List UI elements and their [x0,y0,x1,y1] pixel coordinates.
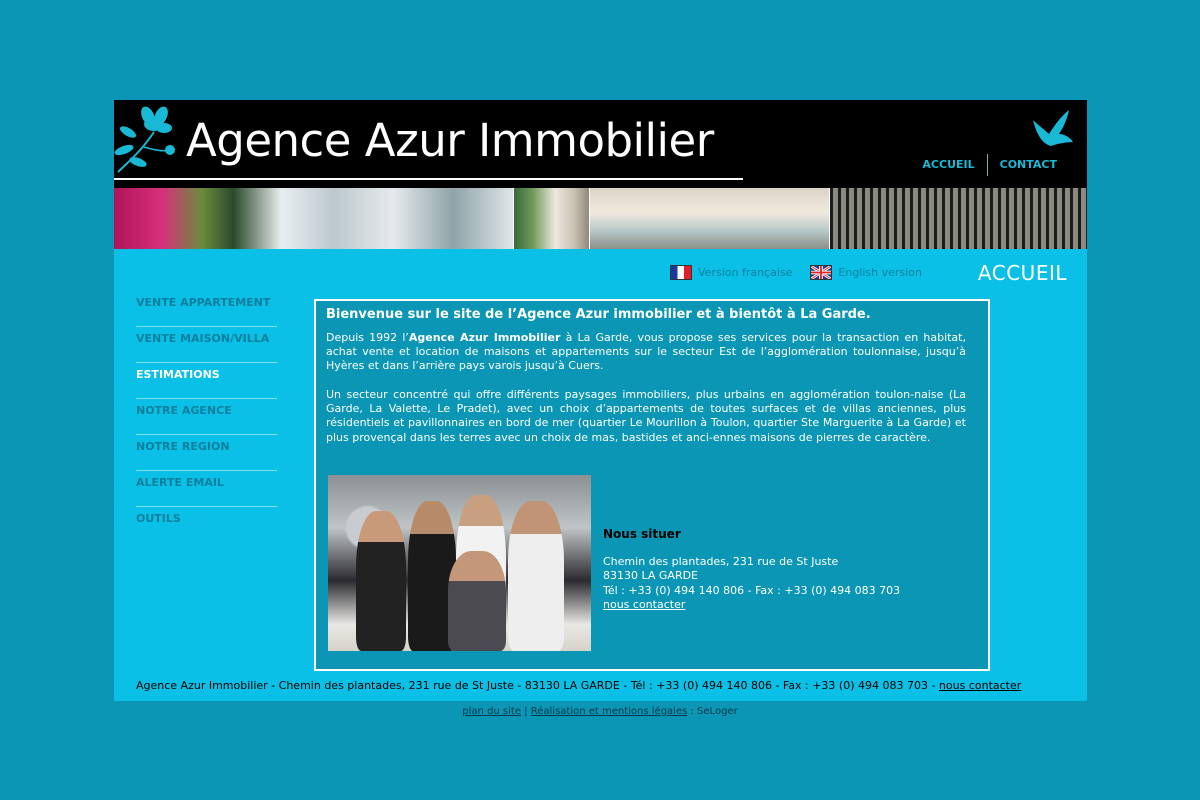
content-box: Bienvenue sur le site de l’Agence Azur i… [314,299,990,671]
banner-photo-house [590,188,830,249]
banner-photo-flowers-building [114,188,514,249]
sidebar-item-outils[interactable]: OUTILS [136,507,277,542]
header: Agence Azur Immobilier ACCUEIL CONTACT [114,100,1087,188]
lang-french-link[interactable]: Version française [670,265,792,280]
legal-link[interactable]: Réalisation et mentions légales [531,706,688,717]
bottom-separator: | [521,706,531,717]
lang-french-label: Version française [698,266,793,279]
logo-underline [114,178,743,180]
top-nav: ACCUEIL CONTACT [910,154,1069,176]
bottom-links: plan du site | Réalisation et mentions l… [0,706,1200,717]
uk-flag-icon [810,265,833,280]
locate-title: Nous situer [603,527,681,541]
sidebar-item-notre-region[interactable]: NOTRE REGION [136,435,277,471]
sidebar-item-estimations[interactable]: ESTIMATIONS [136,363,277,399]
sidebar-item-alerte-email[interactable]: ALERTE EMAIL [136,471,277,507]
footer-contact-link[interactable]: nous contacter [939,679,1021,692]
phone-fax: Tél : +33 (0) 494 140 806 - Fax : +33 (0… [603,583,901,597]
flower-logo-icon [114,106,175,173]
sidebar-nav: VENTE APPARTEMENT VENTE MAISON/VILLA EST… [136,291,277,542]
location-block: Nous situer Chemin des plantades, 231 ru… [603,527,900,613]
page-title: ACCUEIL [977,261,1067,285]
sidebar-item-vente-maison-villa[interactable]: VENTE MAISON/VILLA [136,327,277,363]
credit-text: : SeLoger [687,706,738,717]
photo-banner [114,188,1087,249]
bird-icon [1033,110,1073,146]
site-container: Agence Azur Immobilier ACCUEIL CONTACT V… [114,100,1087,701]
intro-text-start: Depuis 1992 l’ [326,331,409,344]
sidebar-item-notre-agence[interactable]: NOTRE AGENCE [136,399,277,435]
site-logo-text: Agence Azur Immobilier [186,114,714,167]
address-line-2: 83130 LA GARDE [603,569,699,582]
lang-english-link[interactable]: English version [810,265,922,280]
team-person-4 [448,551,506,651]
sector-paragraph: Un secteur concentré qui offre différent… [326,388,966,444]
sitemap-link[interactable]: plan du site [462,706,521,717]
nav-contact-link[interactable]: CONTACT [988,154,1069,176]
team-person-5 [508,501,564,651]
banner-photo-window [514,188,590,249]
french-flag-icon [670,265,692,280]
footer-address-text: Agence Azur Immobilier - Chemin des plan… [136,679,939,692]
intro-agency-name: Agence Azur Immobilier [408,331,561,344]
welcome-heading: Bienvenue sur le site de l’Agence Azur i… [326,307,871,322]
address-line-1: Chemin des plantades, 231 rue de St Just… [603,554,839,568]
banner-photo-balcony [830,188,1087,249]
main-area: Version française English version ACCUEI… [114,249,1087,701]
nav-accueil-link[interactable]: ACCUEIL [910,154,986,176]
footer-address: Agence Azur Immobilier - Chemin des plan… [136,679,1021,692]
sidebar-item-vente-appartement[interactable]: VENTE APPARTEMENT [136,291,277,327]
language-switcher: Version française English version [670,265,940,280]
team-person-1 [356,511,406,651]
contact-link[interactable]: nous contacter [603,598,685,611]
team-photo [328,475,591,651]
lang-english-label: English version [838,266,922,279]
intro-paragraph: Depuis 1992 l’Agence Azur Immobilier à L… [326,331,966,374]
